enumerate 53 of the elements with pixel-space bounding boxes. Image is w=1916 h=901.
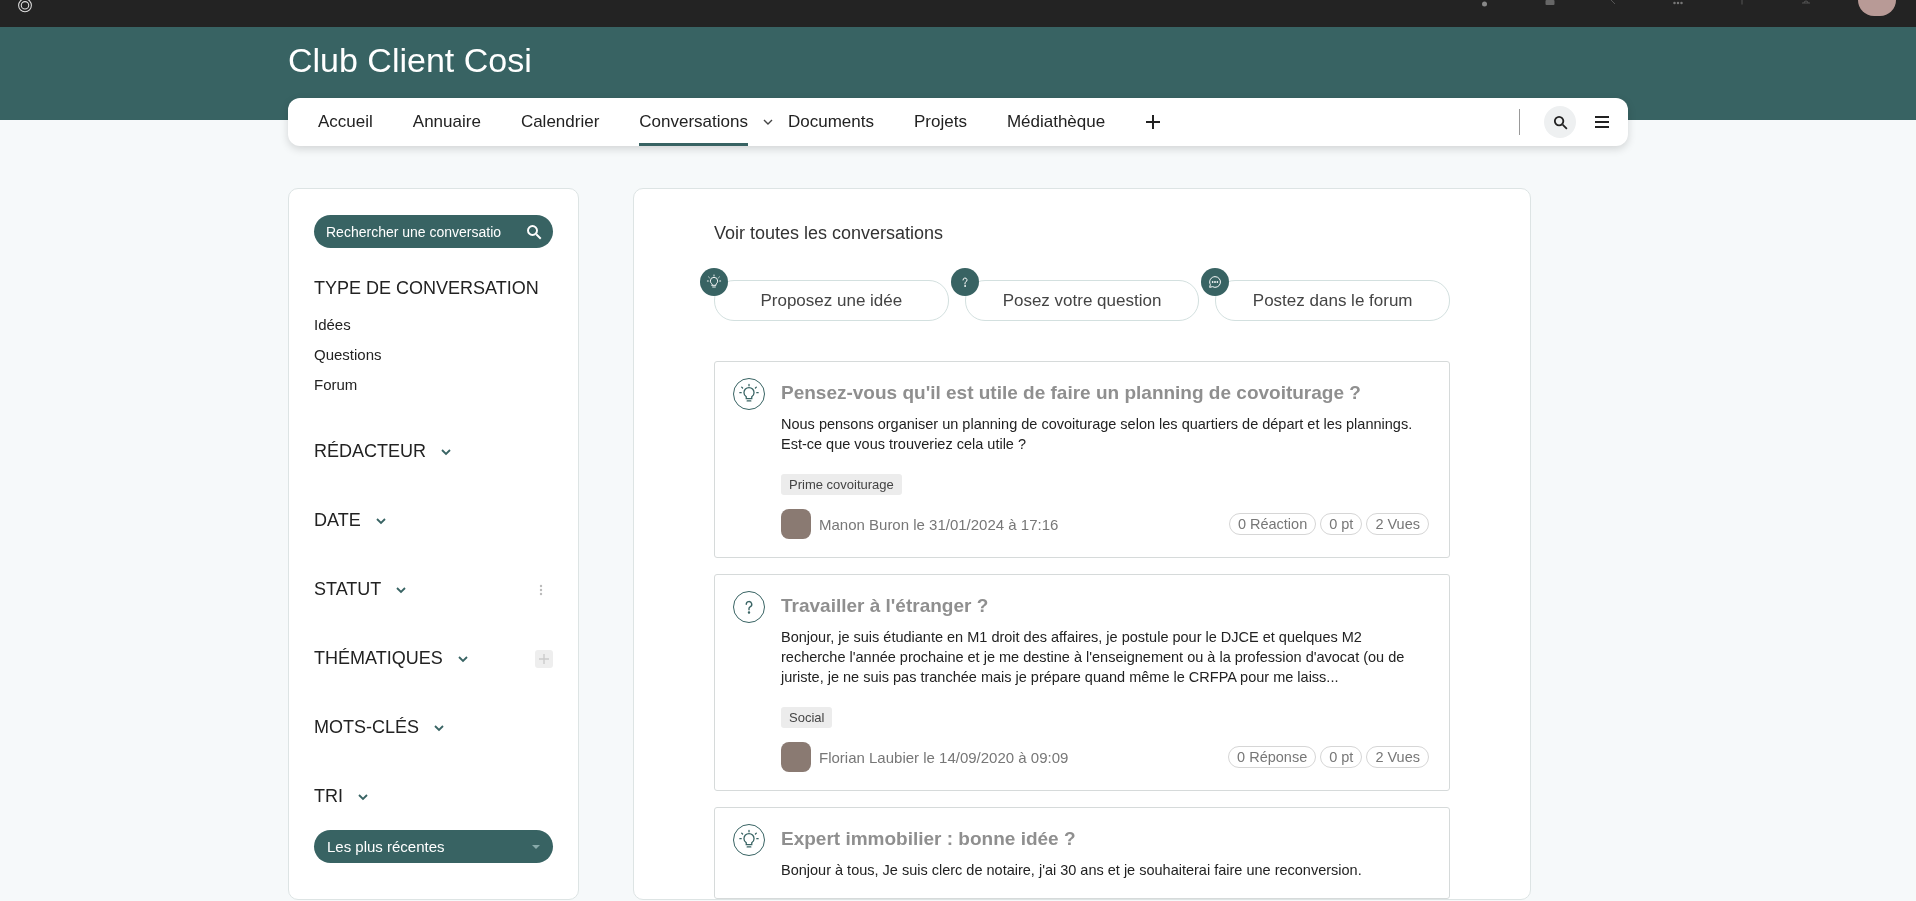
topic-tag[interactable]: Social — [781, 707, 833, 728]
user-avatar — [781, 742, 811, 772]
chevron-down-icon[interactable] — [433, 723, 445, 732]
user-avatar — [781, 509, 811, 539]
menu-icon[interactable] — [1594, 116, 1610, 128]
action-button[interactable]: Posez votre question — [964, 280, 1200, 321]
section-heading: Voir toutes les conversations — [714, 223, 945, 244]
conversation-card[interactable] — [714, 361, 1450, 558]
nav-tab[interactable]: Calendrier — [520, 98, 600, 146]
sort-select[interactable]: Les plus récentes — [314, 830, 553, 863]
filter-heading[interactable]: DATE — [314, 510, 361, 531]
search-icon — [1551, 113, 1569, 131]
filter-option[interactable]: Questions — [314, 346, 382, 363]
conversation-excerpt: Nous pensons organiser un planning de covoiturage selon les quartiers de départ et les plannings. Est-ce que vous trouveriez cela utile ? — [781, 415, 1414, 454]
nav-tab[interactable]: Projets — [913, 98, 967, 146]
action-button[interactable]: Proposez une idée — [714, 280, 949, 321]
filter-heading[interactable]: TRI — [314, 786, 343, 807]
nav-tab[interactable]: Accueil — [318, 98, 373, 146]
dropdown-arrow-icon — [531, 843, 541, 850]
lightbulb-icon — [738, 383, 760, 405]
filter-heading[interactable]: STATUT — [314, 579, 382, 600]
site-title: Club Client Cosi — [288, 40, 533, 80]
nav-tab[interactable]: Médiathèque — [1006, 98, 1106, 146]
nav-tab[interactable]: Documents — [788, 98, 874, 146]
author-date: Florian Laubier le 14/09/2020 à 09:09 — [819, 748, 1069, 766]
chat-bubble-icon — [1207, 274, 1224, 290]
author-date: Manon Buron le 31/01/2024 à 17:16 — [819, 515, 1059, 533]
caret-icon[interactable] — [762, 118, 774, 126]
filter-heading: TYPE DE CONVERSATION — [314, 278, 539, 299]
conversation-card[interactable] — [714, 574, 1450, 791]
filter-heading[interactable]: THÉMATIQUES — [314, 648, 443, 669]
lightbulb-icon — [738, 829, 760, 851]
nav-tab[interactable]: Conversations — [639, 98, 748, 146]
chevron-down-icon[interactable] — [395, 585, 408, 594]
filter-option[interactable]: Idées — [314, 316, 351, 333]
chevron-down-icon[interactable] — [456, 654, 469, 663]
search-button[interactable] — [1544, 106, 1576, 138]
lightbulb-icon — [706, 274, 722, 290]
topic-tag[interactable]: Prime covoiturage — [781, 474, 902, 495]
chevron-down-icon[interactable] — [374, 516, 387, 525]
search-field[interactable]: Rechercher une conversatio — [314, 215, 553, 248]
nav-tab[interactable]: Annuaire — [412, 98, 481, 146]
chevron-down-icon[interactable] — [357, 792, 369, 801]
filter-heading[interactable]: MOTS-CLÉS — [314, 717, 419, 738]
chevron-down-icon[interactable] — [440, 447, 452, 456]
filter-heading[interactable]: RÉDACTEUR — [314, 441, 426, 462]
conversation-excerpt: Bonjour, je suis étudiante en M1 droit des affaires, je postule pour le DJCE et quelques M2 recherche l'année prochaine et je me destine à l'enseignement ou à la profession d'avocat (ou de juriste, je ne suis pas tranchée mais je prépare quand même le CRFPA pour me laiss... — [781, 628, 1406, 687]
user-avatar[interactable] — [1858, 0, 1896, 16]
action-button[interactable]: Postez dans le forum — [1215, 280, 1450, 321]
conversation-excerpt: Bonjour à tous, Je suis clerc de notaire, j'ai 30 ans et je souhaiterai faire une reconversion. — [781, 861, 1363, 880]
search-icon — [525, 223, 543, 241]
conversation-card[interactable]: Expert immobilier : bonne idée ? Bonjour à tous, Je suis clerc de notaire, j'ai 30 ans et je souhaiterai faire une reconversion. — [714, 807, 1450, 899]
filter-option[interactable]: Forum — [314, 376, 358, 393]
